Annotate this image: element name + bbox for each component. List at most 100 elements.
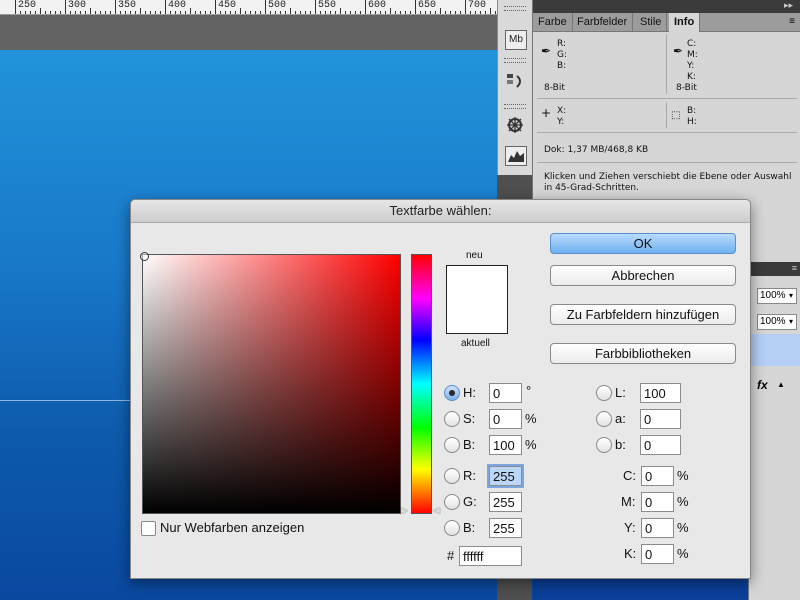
color-picker-dialog: Textfarbe wählen: ▷ ◁ neu aktuell OK Abb…	[130, 199, 751, 579]
ruler-tick	[185, 11, 186, 14]
ruler-tick	[30, 11, 31, 14]
eyedropper-icon: ✒	[673, 44, 684, 58]
yellow-field[interactable]: 0	[641, 518, 674, 538]
chevron-down-icon[interactable]: ▾	[789, 289, 795, 303]
radio-s[interactable]	[444, 411, 460, 427]
current-color-swatch[interactable]	[446, 299, 508, 334]
a-field[interactable]: 0	[640, 409, 681, 429]
slider-left-arrow-icon[interactable]: ▷	[401, 505, 408, 516]
ruler-tick	[35, 11, 36, 14]
radio-h[interactable]	[444, 385, 460, 401]
ruler-tick	[360, 11, 361, 14]
ruler-tick	[285, 11, 286, 14]
saturation-field[interactable]: 0	[489, 409, 522, 429]
tab-farbfelder[interactable]: Farbfelder	[572, 13, 634, 31]
lightness-field[interactable]: 100	[640, 383, 681, 403]
ruler-label: 400	[168, 0, 187, 11]
guide-line[interactable]	[0, 400, 130, 401]
ruler-tick	[320, 11, 321, 14]
ruler-tick	[120, 11, 121, 14]
ruler-tick	[430, 11, 431, 14]
expand-icon[interactable]: ▲	[777, 380, 785, 389]
ruler-tick	[375, 11, 376, 14]
hue-slider[interactable]	[411, 254, 432, 514]
history-icon[interactable]	[505, 72, 525, 90]
magenta-field[interactable]: 0	[641, 492, 674, 512]
color-cursor[interactable]	[140, 252, 149, 261]
panel-icon-strip: Mb	[497, 0, 534, 175]
selection-size-icon: ⬚	[671, 110, 681, 121]
brightness-field[interactable]: 100	[489, 435, 522, 455]
slider-right-arrow-icon[interactable]: ◁	[433, 505, 440, 516]
navigator-icon[interactable]	[505, 116, 525, 134]
selected-layer-row[interactable]	[749, 334, 800, 366]
ruler-tick	[205, 11, 206, 14]
ruler-tick	[480, 11, 481, 14]
ruler-tick	[160, 11, 161, 14]
ruler-tick	[390, 8, 391, 14]
red-field[interactable]: 255	[489, 466, 522, 486]
radio-blue[interactable]	[444, 520, 460, 536]
k-label: K:	[624, 546, 637, 561]
hex-field[interactable]: ffffff	[459, 546, 522, 566]
radio-lab-b[interactable]	[596, 437, 612, 453]
ruler-tick	[180, 11, 181, 14]
histogram-icon[interactable]	[505, 146, 527, 166]
ruler-tick	[55, 11, 56, 14]
ruler-tick	[465, 0, 466, 14]
r-label: R:	[463, 468, 476, 483]
ruler-tick	[150, 11, 151, 14]
ruler-tick	[395, 11, 396, 14]
color-field[interactable]	[140, 252, 401, 514]
radio-a[interactable]	[596, 411, 612, 427]
bitdepth-left: 8-Bit	[544, 83, 565, 93]
add-to-swatches-button[interactable]: Zu Farbfeldern hinzufügen	[550, 304, 736, 325]
grip-icon[interactable]	[504, 6, 526, 11]
ruler-tick	[215, 0, 216, 14]
ruler-tick	[95, 11, 96, 14]
cancel-button[interactable]: Abbrechen	[550, 265, 736, 286]
ruler-tick	[270, 11, 271, 14]
ruler-tick	[170, 11, 171, 14]
mini-bridge-icon[interactable]: Mb	[505, 30, 527, 50]
ruler-tick	[65, 0, 66, 14]
grip-icon[interactable]	[504, 58, 526, 63]
panel-menu-icon[interactable]: ≡	[792, 263, 797, 273]
ok-button[interactable]: OK	[550, 233, 736, 254]
ruler-tick	[410, 11, 411, 14]
tab-info[interactable]: Info	[669, 13, 701, 32]
black-field[interactable]: 0	[641, 544, 674, 564]
hue-field[interactable]: 0	[489, 383, 522, 403]
grip-icon[interactable]	[504, 104, 526, 109]
ruler-tick	[225, 11, 226, 14]
ruler-label: 600	[368, 0, 387, 11]
chevron-down-icon[interactable]: ▾	[789, 315, 795, 329]
radio-r[interactable]	[444, 468, 460, 484]
tab-stile[interactable]: Stile	[635, 13, 668, 31]
ruler-label: 700	[468, 0, 487, 11]
ruler-tick	[370, 11, 371, 14]
ruler-tick	[295, 11, 296, 14]
cyan-field[interactable]: 0	[641, 466, 674, 486]
tab-farbe[interactable]: Farbe	[533, 13, 573, 31]
ruler-tick	[445, 11, 446, 14]
lab-b-field[interactable]: 0	[640, 435, 681, 455]
color-libraries-button[interactable]: Farbbibliotheken	[550, 343, 736, 364]
g-label: G:	[463, 494, 477, 509]
blue-label: B:	[463, 520, 476, 535]
divider	[666, 102, 667, 128]
green-field[interactable]: 255	[489, 492, 522, 512]
collapse-icon[interactable]: ▸▸	[784, 0, 793, 11]
fx-icon[interactable]: fx	[757, 378, 768, 392]
web-colors-checkbox[interactable]	[141, 521, 156, 536]
web-colors-label[interactable]: Nur Webfarben anzeigen	[160, 520, 304, 535]
radio-b[interactable]	[444, 437, 460, 453]
panel-menu-icon[interactable]: ≡	[789, 16, 795, 27]
blue-field[interactable]: 255	[489, 518, 522, 538]
cmyk-labels: C: M: Y: K:	[687, 39, 698, 82]
radio-g[interactable]	[444, 494, 460, 510]
ruler-tick	[70, 11, 71, 14]
ruler-tick	[235, 11, 236, 14]
radio-l[interactable]	[596, 385, 612, 401]
ruler-tick	[140, 8, 141, 14]
